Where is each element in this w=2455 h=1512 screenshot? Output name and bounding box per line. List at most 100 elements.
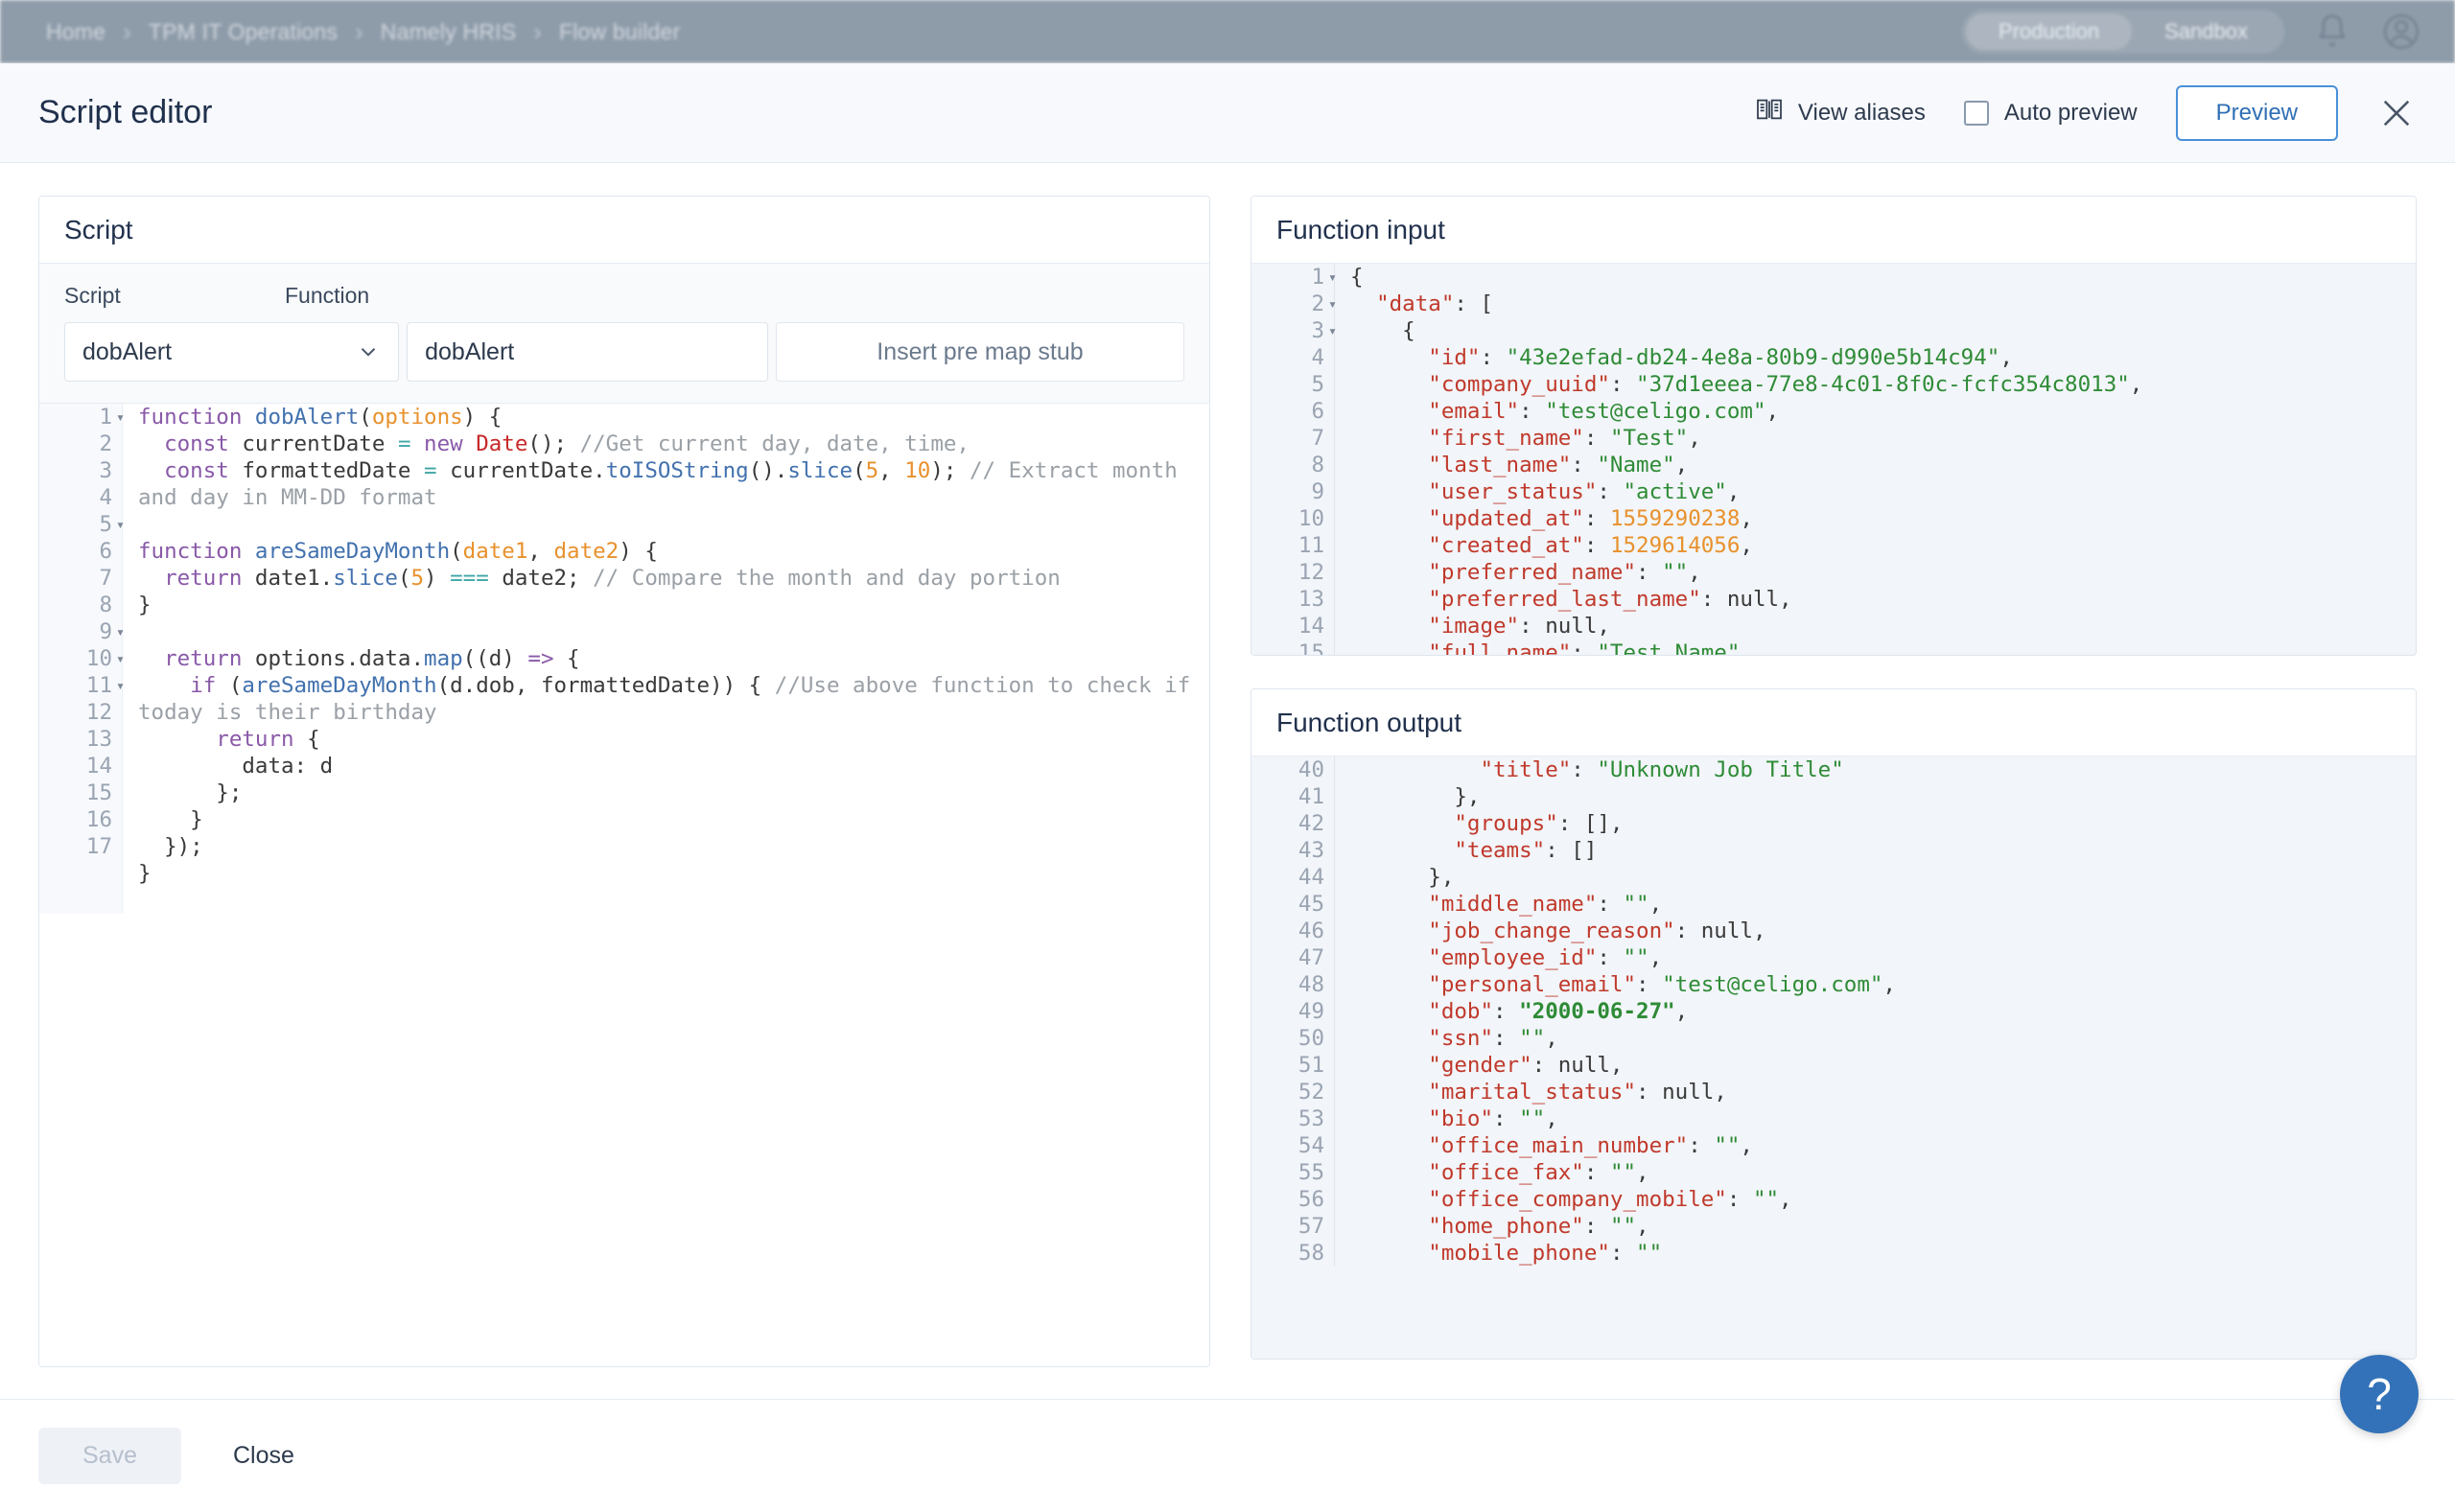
code-line[interactable]: }, [1350, 864, 2416, 891]
environment-toggle[interactable]: Production Sandbox [1962, 10, 2284, 54]
notification-bell-icon[interactable] [2311, 11, 2353, 53]
code-line[interactable]: "email": "test@celigo.com", [1350, 398, 2416, 425]
line-number: 10 [1251, 505, 1324, 532]
fold-arrow-icon[interactable]: ▾ [116, 511, 125, 538]
code-line[interactable]: } [138, 806, 1209, 833]
env-production-option[interactable]: Production [1966, 13, 2132, 50]
breadcrumb-item-namely-hris[interactable]: Namely HRIS [365, 19, 532, 45]
fold-arrow-icon[interactable]: ▾ [1328, 317, 1337, 344]
function-output-code-lines[interactable]: "title": "Unknown Job Title" }, "groups"… [1334, 756, 2416, 1267]
code-line[interactable]: if (areSameDayMonth(d.dob, formattedDate… [138, 672, 1209, 726]
code-line[interactable]: "groups": [], [1350, 810, 2416, 837]
save-button[interactable]: Save [38, 1428, 181, 1484]
code-line[interactable]: "teams": [] [1350, 837, 2416, 864]
code-line[interactable]: "gender": null, [1350, 1052, 2416, 1079]
script-select[interactable]: dobAlert [64, 322, 399, 382]
code-line[interactable] [138, 511, 1209, 538]
auto-preview-checkbox[interactable]: Auto preview [1964, 100, 2138, 127]
code-line[interactable]: "middle_name": "", [1350, 891, 2416, 918]
code-line[interactable]: { [1350, 317, 2416, 344]
code-line[interactable]: "bio": "", [1350, 1105, 2416, 1132]
code-line[interactable]: "company_uuid": "37d1eeea-77e8-4c01-8f0c… [1350, 371, 2416, 398]
code-line[interactable]: "created_at": 1529614056, [1350, 532, 2416, 559]
chevron-down-icon[interactable] [356, 339, 381, 364]
view-aliases-button[interactable]: View aliases [1754, 94, 1926, 131]
fold-arrow-icon[interactable]: ▾ [116, 618, 125, 645]
fold-arrow-icon[interactable]: ▾ [1328, 291, 1337, 317]
code-line[interactable]: "mobile_phone": "" [1350, 1240, 2416, 1267]
code-line[interactable]: } [138, 592, 1209, 618]
checkbox-box-icon[interactable] [1964, 101, 1989, 126]
code-line[interactable]: }; [138, 779, 1209, 806]
script-code-editor[interactable]: 1▾2345▾6789▾10▾11▾121314151617 function … [39, 404, 1209, 1366]
code-line[interactable]: "id": "43e2efad-db24-4e8a-80b9-d990e5b14… [1350, 344, 2416, 371]
code-line[interactable]: }, [1350, 783, 2416, 810]
code-line[interactable]: "preferred_last_name": null, [1350, 586, 2416, 613]
code-line[interactable]: "personal_email": "test@celigo.com", [1350, 971, 2416, 998]
line-number: 4 [39, 484, 112, 511]
view-aliases-label: View aliases [1798, 100, 1926, 127]
code-line[interactable]: return { [138, 726, 1209, 753]
code-line[interactable]: "last_name": "Name", [1350, 452, 2416, 478]
code-line[interactable]: "first_name": "Test", [1350, 425, 2416, 452]
right-column: Function input 1▾2▾3▾4567891011121314151… [1251, 196, 2417, 1400]
function-output-editor[interactable]: 40414243444546474849505152535455565758 "… [1251, 756, 2416, 1359]
line-number: 51 [1251, 1052, 1324, 1079]
code-line[interactable]: "office_main_number": "", [1350, 1132, 2416, 1159]
function-input-field[interactable]: dobAlert [407, 322, 768, 382]
line-number: 46 [1251, 918, 1324, 944]
code-line[interactable] [138, 618, 1209, 645]
code-line[interactable]: "dob": "2000-06-27", [1350, 998, 2416, 1025]
code-line[interactable]: "office_company_mobile": "", [1350, 1186, 2416, 1213]
help-question-icon[interactable]: ? [2340, 1355, 2419, 1433]
code-line[interactable]: return date1.slice(5) === date2; // Comp… [138, 565, 1209, 592]
fold-arrow-icon[interactable]: ▾ [1328, 264, 1337, 291]
close-icon[interactable] [2376, 93, 2417, 133]
insert-pre-map-stub-button[interactable]: Insert pre map stub [776, 322, 1184, 382]
breadcrumb-item-home[interactable]: Home [31, 19, 121, 45]
code-line[interactable]: data: d [138, 753, 1209, 779]
code-line[interactable]: "full_name": "Test Name", [1350, 640, 2416, 655]
preview-button[interactable]: Preview [2176, 85, 2338, 141]
code-line[interactable]: "office_fax": "", [1350, 1159, 2416, 1186]
user-account-icon[interactable] [2380, 11, 2422, 53]
fold-arrow-icon[interactable]: ▾ [116, 672, 125, 699]
auto-preview-label: Auto preview [2004, 100, 2138, 127]
code-line[interactable]: "marital_status": null, [1350, 1079, 2416, 1105]
code-line[interactable]: } [138, 860, 1209, 887]
line-number: 15 [1251, 640, 1324, 655]
code-line[interactable]: const formattedDate = currentDate.toISOS… [138, 457, 1209, 511]
breadcrumb-item-tpm-it-operations[interactable]: TPM IT Operations [133, 19, 353, 45]
script-editor-body: Script Script Function dobAlert [0, 163, 2455, 1400]
breadcrumb-item-flow-builder[interactable]: Flow builder [544, 19, 695, 45]
code-line[interactable]: "home_phone": "", [1350, 1213, 2416, 1240]
script-code-lines[interactable]: function dobAlert(options) { const curre… [122, 404, 1209, 914]
close-button[interactable]: Close [225, 1432, 302, 1479]
code-line[interactable]: "preferred_name": "", [1350, 559, 2416, 586]
code-line[interactable]: }); [138, 833, 1209, 860]
code-line[interactable]: "image": null, [1350, 613, 2416, 640]
line-number: 8 [1251, 452, 1324, 478]
code-line[interactable]: return options.data.map((d) => { [138, 645, 1209, 672]
function-input-code-lines[interactable]: { "data": [ { "id": "43e2efad-db24-4e8a-… [1334, 264, 2416, 655]
env-sandbox-option[interactable]: Sandbox [2132, 13, 2280, 50]
line-number: 7 [1251, 425, 1324, 452]
code-line[interactable]: const currentDate = new Date(); //Get cu… [138, 430, 1209, 457]
code-line[interactable]: "ssn": "", [1350, 1025, 2416, 1052]
code-line[interactable]: "employee_id": "", [1350, 944, 2416, 971]
code-line[interactable]: { [1350, 264, 2416, 291]
fold-arrow-icon[interactable]: ▾ [116, 404, 125, 430]
fold-arrow-icon[interactable]: ▾ [116, 645, 125, 672]
code-line[interactable]: "data": [ [1350, 291, 2416, 317]
code-line[interactable]: "user_status": "active", [1350, 478, 2416, 505]
line-number: 2 [39, 430, 112, 457]
script-field-label: Script [64, 283, 256, 309]
code-line[interactable] [138, 887, 1209, 914]
code-line[interactable]: function dobAlert(options) { [138, 404, 1209, 430]
code-line[interactable]: "title": "Unknown Job Title" [1350, 756, 2416, 783]
function-input-editor[interactable]: 1▾2▾3▾45678910111213141516▾171819 { "dat… [1251, 264, 2416, 655]
code-line[interactable]: "updated_at": 1559290238, [1350, 505, 2416, 532]
line-number: 50 [1251, 1025, 1324, 1052]
code-line[interactable]: function areSameDayMonth(date1, date2) { [138, 538, 1209, 565]
code-line[interactable]: "job_change_reason": null, [1350, 918, 2416, 944]
